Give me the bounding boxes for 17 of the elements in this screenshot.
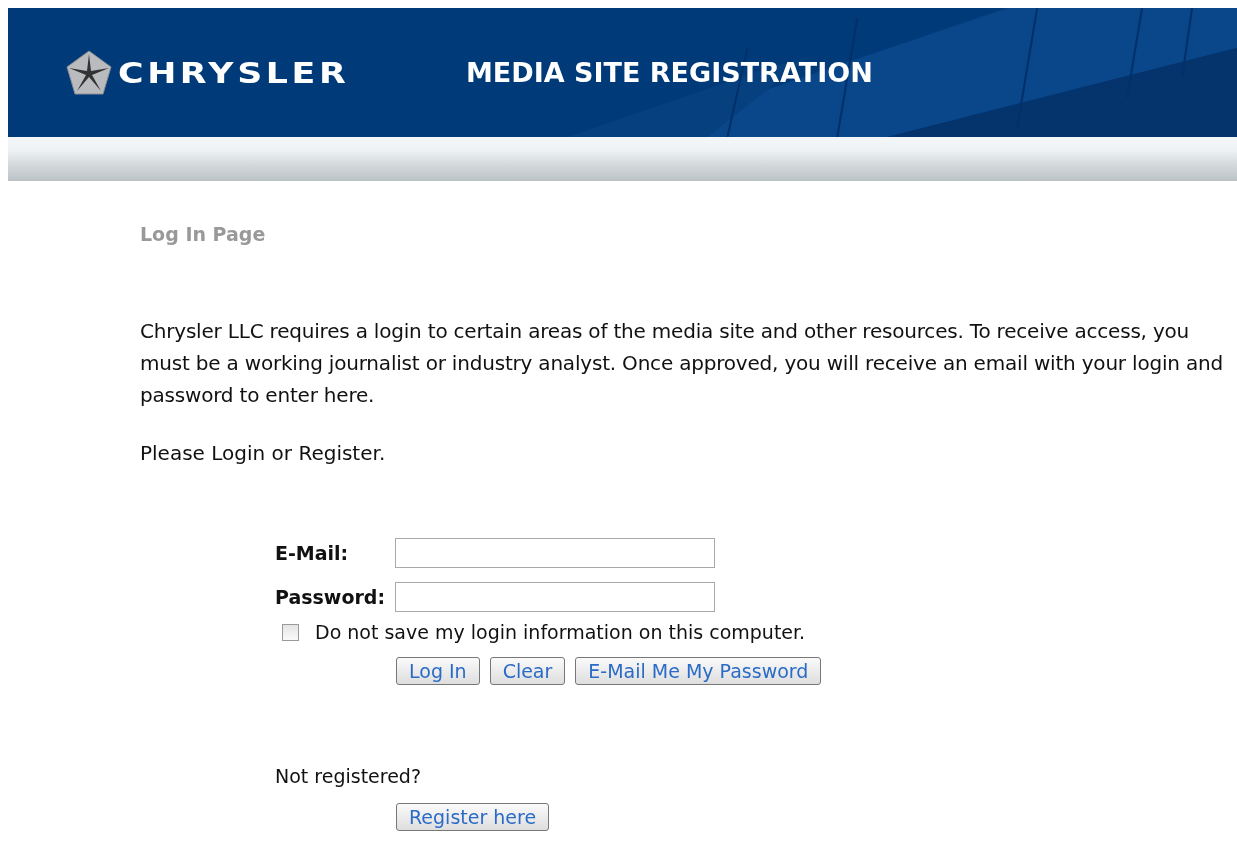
register-button[interactable]: Register here [396,803,550,831]
page-title: Log In Page [140,223,267,245]
checkbox-label: Do not save my login information on this computer. [315,621,806,643]
checkbox[interactable] [282,623,299,641]
input-field[interactable] [395,582,715,612]
site-title: MEDIA SITE REGISTRATION [466,57,873,88]
form-button[interactable]: E-Mail Me My Password [575,657,822,685]
form-button[interactable]: Log In [396,657,480,685]
intro-paragraph: Chrysler LLC requires a login to certain areas of the media site and other resources. To receive access, you must be a working journalist or industry analyst. Once approved, you will receive an email with your login and password to enter here. [140,318,1224,409]
field-label: Password: [275,586,387,608]
login-prompt: Please Login or Register. [140,441,387,465]
pentastar-logo-icon [66,49,112,96]
field-label: E-Mail: [275,542,350,564]
brand-wordmark: CHRYSLER [118,55,350,90]
form-button[interactable]: Clear [489,657,566,685]
input-field[interactable] [395,538,715,568]
register-question: Not registered? [275,765,423,787]
